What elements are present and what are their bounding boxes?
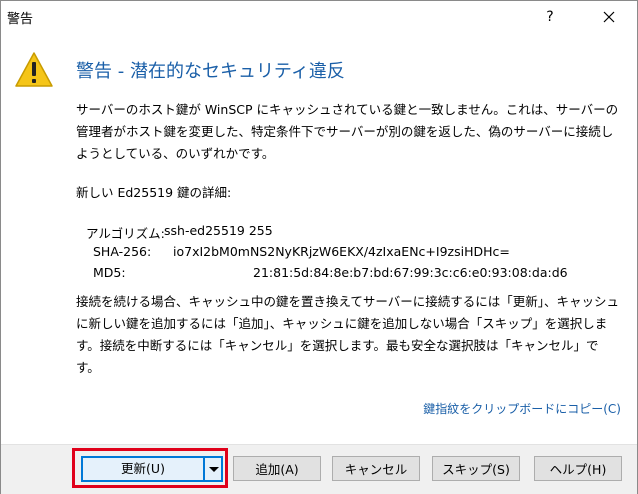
add-button[interactable]: 追加(A) [233,456,321,481]
page-title: 警告 - 潜在的なセキュリティ違反 [76,61,345,82]
window-title: 警告 [7,12,34,27]
algorithm-value: ssh-ed25519 255 [164,223,273,238]
copy-fingerprint-link[interactable]: 鍵指紋をクリップボードにコピー(C) [423,400,621,417]
update-button[interactable]: 更新(U) [81,456,205,482]
sha256-value: io7xI2bM0mNS2NyKRjzW6EKX/4zIxaENc+I9zsiH… [173,244,510,259]
sha256-label: SHA-256: [93,244,152,259]
help-button[interactable]: ヘルプ(H) [534,456,622,481]
title-bar: 警告 ? [1,1,637,33]
button-bar: 更新(U) 追加(A) キャンセル スキップ(S) ヘルプ(H) [1,444,637,494]
md5-label: MD5: [93,265,126,280]
warning-icon [14,51,54,89]
instructions-text: 接続を続ける場合、キャッシュ中の鍵を置き換えてサーバーに接続するには「更新」、キ… [76,294,620,375]
md5-value: 21:81:5d:84:8e:b7:bd:67:99:3c:c6:e0:93:0… [253,265,568,280]
cancel-button[interactable]: キャンセル [332,456,420,481]
mismatch-description: サーバーのホスト鍵が WinSCP にキャッシュされている鍵と一致しません。これ… [76,102,619,161]
help-icon[interactable]: ? [537,6,563,28]
close-icon[interactable] [595,5,623,29]
algorithm-label: アルゴリズム: [86,226,165,241]
warning-dialog: 警告 ? 警告 - 潜在的なセキュリティ違反 サーバーのホスト鍵が WinSCP… [0,0,638,494]
highlight-frame: 更新(U) [72,448,228,488]
dropdown-arrow-icon[interactable] [204,456,223,482]
skip-button[interactable]: スキップ(S) [432,456,520,481]
new-key-details-label: 新しい Ed25519 鍵の詳細: [76,185,232,200]
